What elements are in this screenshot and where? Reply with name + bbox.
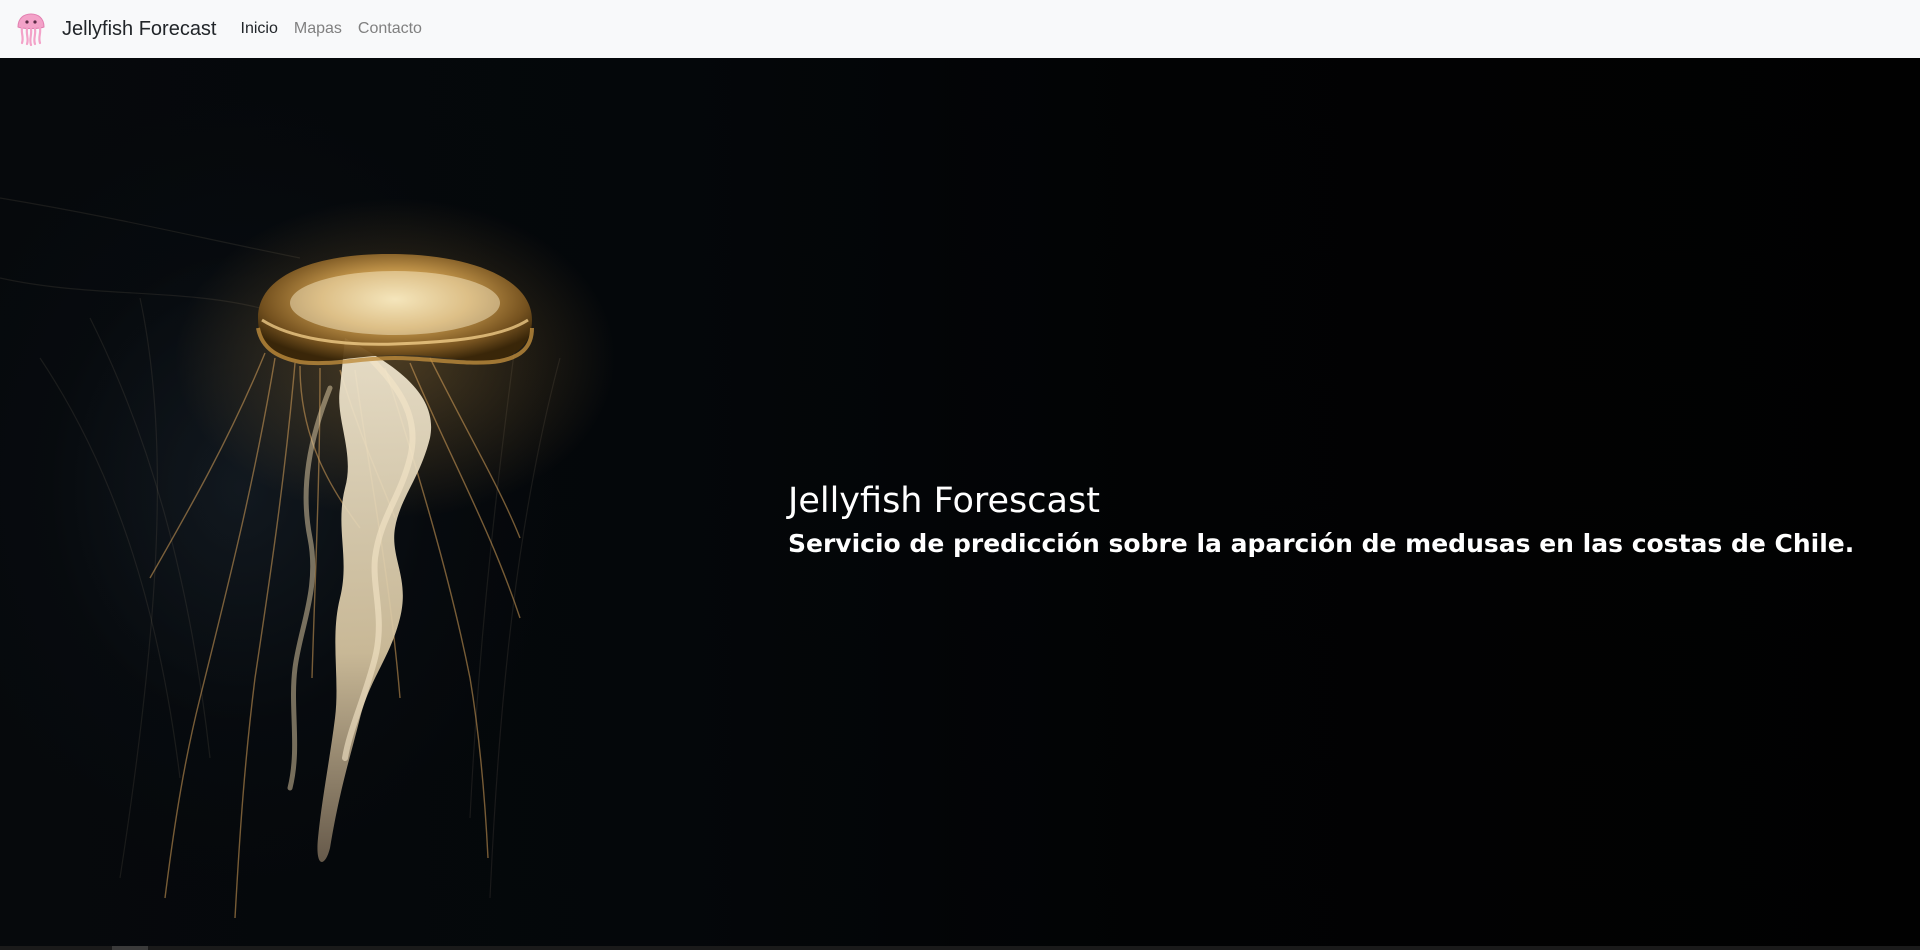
hero-section: Jellyfish Forescast Servicio de predicci… — [0, 58, 1920, 950]
hero-subtitle: Servicio de predicción sobre la aparción… — [788, 529, 1855, 558]
jellyfish-icon — [17, 13, 45, 46]
nav-link-contacto[interactable]: Contacto — [358, 20, 422, 38]
scrollbar-thumb[interactable] — [112, 946, 148, 950]
brand-title: Jellyfish Forecast — [62, 17, 217, 40]
top-navbar: Jellyfish Forecast Inicio Mapas Contacto — [0, 0, 1920, 58]
nav-link-inicio[interactable]: Inicio — [241, 20, 278, 38]
horizontal-scrollbar[interactable] — [0, 946, 1920, 950]
hero-title: Jellyfish Forescast — [788, 481, 1100, 521]
brand-link[interactable]: Jellyfish Forecast — [16, 12, 217, 46]
hero-text-block: Jellyfish Forescast Servicio de predicci… — [788, 478, 1854, 562]
nav-link-mapas[interactable]: Mapas — [294, 20, 342, 38]
jellyfish-photo — [0, 197, 615, 919]
